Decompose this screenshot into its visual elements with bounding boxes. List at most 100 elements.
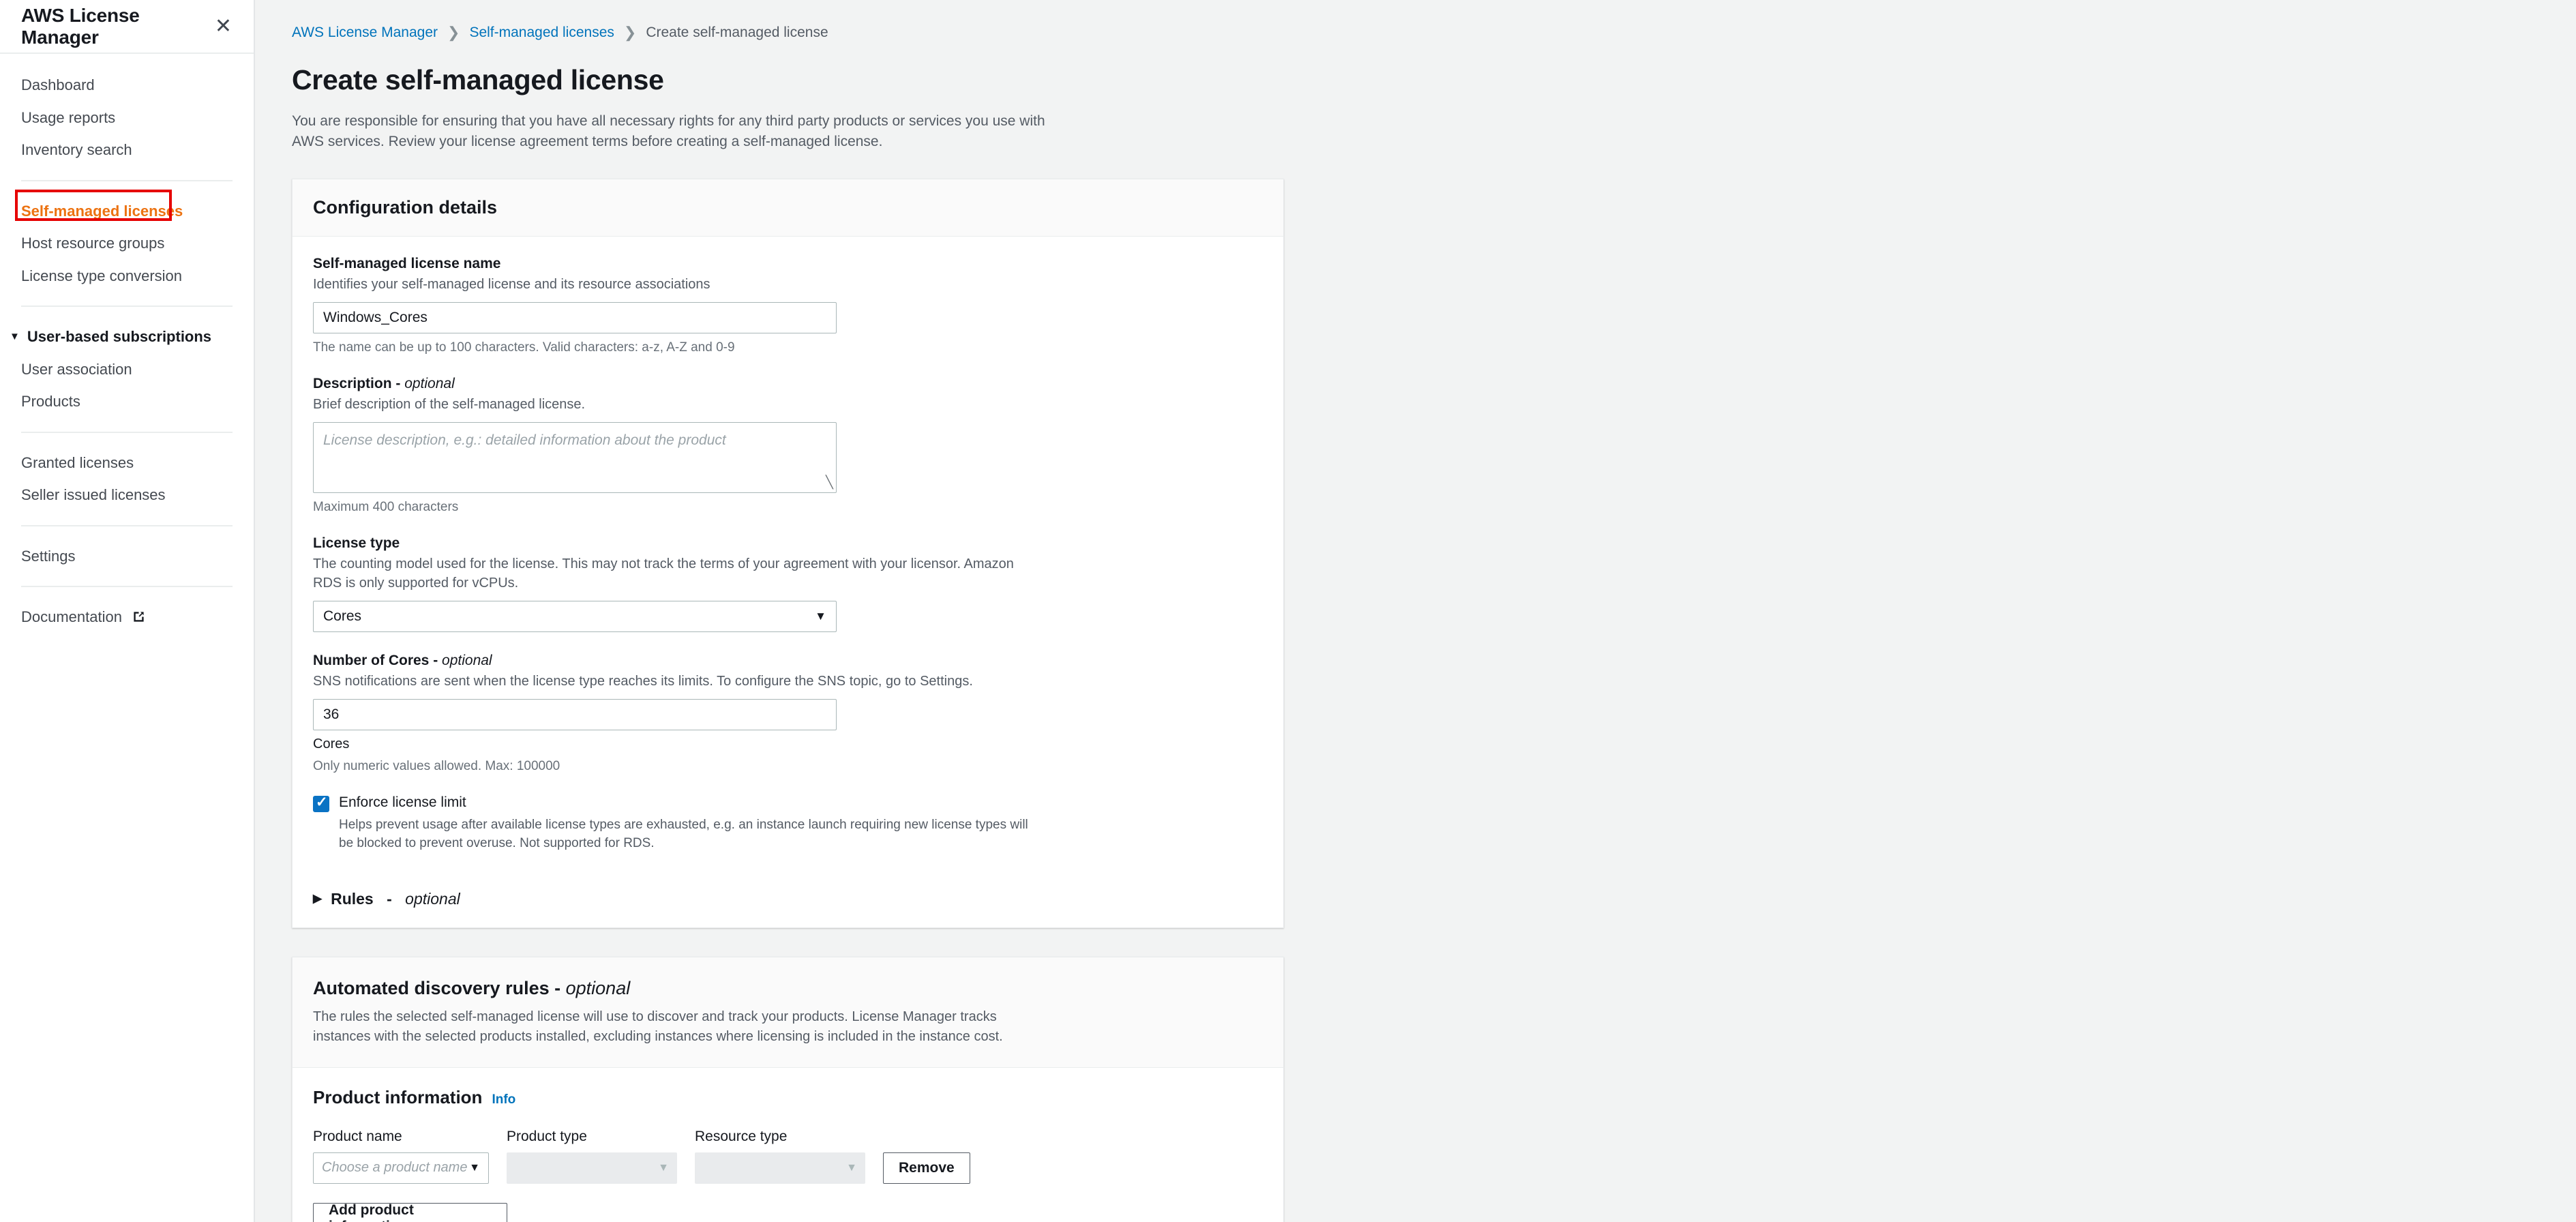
breadcrumb-item-current: Create self-managed license [646,25,828,40]
sidebar-item-documentation-label: Documentation [21,608,122,625]
sidebar-divider-4 [21,524,233,526]
license-name-input[interactable]: Windows_Cores [313,301,837,333]
resource-type-label: Resource type [695,1128,788,1144]
sidebar-item-products[interactable]: Products [0,385,254,418]
sidebar-group-user-based-subscriptions[interactable]: ▼ User-based subscriptions [0,321,254,353]
external-link-icon [132,609,145,628]
license-name-field-group: Self-managed license name Identifies you… [313,256,1263,355]
description-field-group: Description - optional Brief description… [313,376,1263,515]
enforce-license-limit-hint: Helps prevent usage after available lice… [339,817,1028,851]
license-type-select[interactable]: Cores ▼ [313,600,837,632]
sidebar-item-license-type-conversion[interactable]: License type conversion [0,260,254,293]
sidebar-item-host-resource-groups[interactable]: Host resource groups [0,227,254,260]
description-placeholder: License description, e.g.: detailed info… [323,432,726,448]
page-title: Create self-managed license [292,64,664,95]
sidebar-item-inventory-search[interactable]: Inventory search [0,134,254,166]
resize-handle-icon[interactable]: ╱ [826,475,833,490]
number-of-cores-input[interactable]: 36 [313,698,837,730]
enforce-license-limit-group: Enforce license limit Helps prevent usag… [313,794,1263,853]
product-information-body: Product information Info Product name Ch… [293,1068,1283,1222]
close-icon[interactable]: ✕ [215,16,232,37]
configuration-details-body: Self-managed license name Identifies you… [293,237,1283,871]
page-description: You are responsible for ensuring that yo… [292,113,1045,150]
sidebar-item-granted-licenses[interactable]: Granted licenses [0,447,254,479]
license-name-hint: Identifies your self-managed license and… [313,276,710,292]
sidebar-item-settings[interactable]: Settings [0,540,254,573]
add-product-information-button[interactable]: Add product information [313,1202,507,1222]
description-footnote: Maximum 400 characters [313,499,459,514]
breadcrumb-item-license-manager[interactable]: AWS License Manager [292,25,438,41]
sidebar-divider-2 [21,306,233,307]
configuration-details-title: Configuration details [313,196,497,218]
automated-discovery-rules-description: The rules the selected self-managed lice… [313,1009,1003,1044]
sidebar-item-dashboard[interactable]: Dashboard [0,69,254,102]
enforce-license-limit-checkbox[interactable] [313,794,329,812]
sidebar-item-user-association[interactable]: User association [0,353,254,386]
number-of-cores-optional-tag: optional [442,652,492,668]
product-name-select[interactable]: Choose a product name ▼ [313,1152,489,1184]
product-type-column: Product type ▼ [507,1129,677,1184]
rules-optional-tag: optional [405,889,460,908]
breadcrumb-item-self-managed-licenses[interactable]: Self-managed licenses [469,25,614,41]
license-type-label: License type [313,535,400,551]
main-content: AWS License Manager ❯ Self-managed licen… [255,0,2576,1222]
description-label: Description - optional [313,375,455,391]
number-of-cores-label: Number of Cores - optional [313,652,492,668]
product-name-placeholder: Choose a product name [322,1160,468,1176]
number-of-cores-hint: SNS notifications are sent when the lice… [313,673,973,689]
chevron-down-icon: ▼ [10,331,20,343]
sidebar-divider-5 [21,586,233,587]
sidebar-header: AWS License Manager ✕ [0,0,254,54]
chevron-down-icon: ▼ [469,1161,480,1174]
automated-discovery-rules-title: Automated discovery rules - optional [313,977,631,998]
sidebar-item-usage-reports[interactable]: Usage reports [0,102,254,134]
resource-type-select: ▼ [695,1152,865,1184]
rules-expander-label: Rules [331,889,374,908]
sidebar-nav: Dashboard Usage reports Inventory search… [0,54,254,635]
sidebar-divider-3 [21,431,233,433]
product-name-label: Product name [313,1128,402,1144]
description-hint: Brief description of the self-managed li… [313,396,586,412]
product-information-title: Product information [313,1086,483,1107]
sidebar-group-label: User-based subscriptions [27,328,212,345]
number-of-cores-footnote: Only numeric values allowed. Max: 100000 [313,758,560,773]
license-name-label: Self-managed license name [313,255,501,271]
rules-expander[interactable]: ▶ Rules - optional [293,871,1283,927]
app-root: AWS License Manager ✕ Dashboard Usage re… [0,0,2576,1222]
breadcrumb-separator-icon: ❯ [447,24,460,41]
license-type-selected-value: Cores [323,608,362,624]
breadcrumb: AWS License Manager ❯ Self-managed licen… [292,19,1284,46]
automated-discovery-rules-header: Automated discovery rules - optional The… [293,957,1283,1068]
sidebar-item-documentation[interactable]: Documentation [0,601,254,635]
number-of-cores-label-text: Number of Cores [313,652,430,668]
sidebar-item-self-managed-licenses[interactable]: Self-managed licenses [0,195,254,228]
chevron-down-icon: ▼ [815,609,826,623]
number-of-cores-field-group: Number of Cores - optional SNS notificat… [313,653,1263,774]
description-textarea[interactable]: License description, e.g.: detailed info… [313,421,837,493]
product-information-header: Product information Info [313,1087,1263,1108]
product-type-select: ▼ [507,1152,677,1184]
configuration-details-header: Configuration details [293,179,1283,237]
sidebar-item-seller-issued-licenses[interactable]: Seller issued licenses [0,479,254,511]
remove-product-button[interactable]: Remove [883,1152,970,1184]
product-information-info-link[interactable]: Info [492,1092,515,1107]
license-type-hint: The counting model used for the license.… [313,556,1014,591]
service-title: AWS License Manager [21,4,140,48]
description-optional-tag: optional [404,375,455,391]
product-type-label: Product type [507,1128,587,1144]
description-label-text: Description [313,375,392,391]
automated-discovery-rules-card: Automated discovery rules - optional The… [292,956,1284,1222]
resource-type-column: Resource type ▼ [695,1129,865,1184]
enforce-license-limit-label: Enforce license limit [339,794,466,810]
automated-discovery-rules-title-text: Automated discovery rules [313,977,550,998]
service-navigation-sidebar: AWS License Manager ✕ Dashboard Usage re… [0,0,255,1222]
breadcrumb-separator-icon: ❯ [623,24,637,41]
product-name-column: Product name Choose a product name ▼ [313,1129,489,1184]
chevron-right-icon: ▶ [313,892,323,906]
product-information-row: Product name Choose a product name ▼ Pro… [313,1129,1263,1184]
sidebar-divider-1 [21,179,233,181]
chevron-down-icon: ▼ [658,1161,669,1174]
number-of-cores-unit: Cores [313,736,350,751]
chevron-down-icon: ▼ [846,1161,857,1174]
automated-discovery-optional-tag: optional [565,977,631,998]
